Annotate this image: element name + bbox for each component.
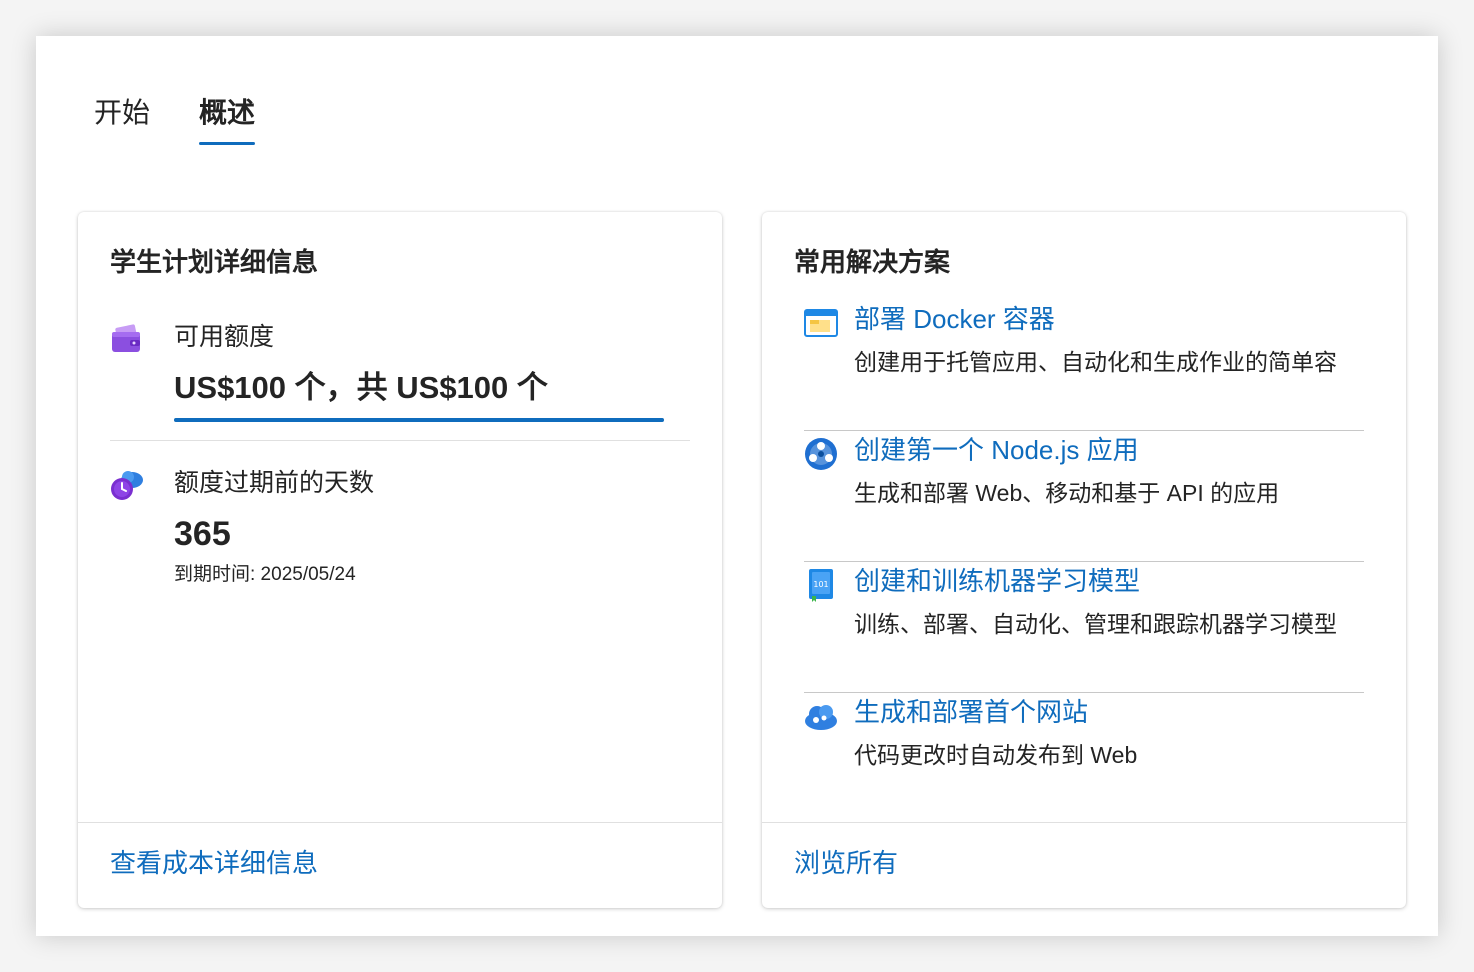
tab-get-started[interactable]: 开始 xyxy=(94,94,150,145)
solution-description: 训练、部署、自动化、管理和跟踪机器学习模型 xyxy=(854,611,1337,637)
solution-description: 生成和部署 Web、移动和基于 API 的应用 xyxy=(854,480,1280,506)
common-solutions-card: 常用解决方案 部署 Docker 容器 创建用于托管应用、自动化和生成作业的简单… xyxy=(762,212,1406,908)
window: 开始 概述 学生计划详细信息 可用额度 US$100 个，共 US$100 个 xyxy=(36,36,1438,936)
list-item: 创建第一个 Node.js 应用 生成和部署 Web、移动和基于 API 的应用 xyxy=(804,431,1364,562)
days-value: 365 xyxy=(174,515,231,553)
browse-all-link[interactable]: 浏览所有 xyxy=(794,845,898,881)
student-plan-card: 学生计划详细信息 可用额度 US$100 个，共 US$100 个 额度过期前的… xyxy=(78,212,722,908)
solutions-list: 部署 Docker 容器 创建用于托管应用、自动化和生成作业的简单容器 创建第一… xyxy=(804,300,1364,823)
credit-label: 可用额度 xyxy=(174,323,275,351)
machine-learning-icon: 101 xyxy=(804,568,838,602)
list-item: 101 创建和训练机器学习模型 训练、部署、自动化、管理和跟踪机器学习模型 xyxy=(804,562,1364,693)
solution-title-nodejs[interactable]: 创建第一个 Node.js 应用 xyxy=(854,431,1139,469)
solution-description: 创建用于托管应用、自动化和生成作业的简单容器 xyxy=(854,349,1337,382)
credit-progress-fill xyxy=(174,418,664,422)
solution-description: 代码更改时自动发布到 Web xyxy=(854,742,1138,768)
list-item: 生成和部署首个网站 代码更改时自动发布到 Web xyxy=(804,693,1364,823)
solution-title-website[interactable]: 生成和部署首个网站 xyxy=(854,693,1088,731)
tab-overview[interactable]: 概述 xyxy=(199,94,256,145)
credit-value: US$100 个，共 US$100 个 xyxy=(174,370,548,405)
clock-cloud-icon xyxy=(110,468,144,502)
docker-container-icon xyxy=(804,306,838,340)
card-footer: 浏览所有 xyxy=(762,822,1406,908)
view-cost-details-link[interactable]: 查看成本详细信息 xyxy=(110,845,318,881)
cloud-website-icon xyxy=(804,699,838,733)
svg-text:101: 101 xyxy=(813,580,828,589)
divider xyxy=(110,440,690,441)
list-item: 部署 Docker 容器 创建用于托管应用、自动化和生成作业的简单容器 xyxy=(804,300,1364,431)
wallet-icon xyxy=(110,324,142,356)
expiry-date: 到期时间: 2025/05/24 xyxy=(174,564,356,585)
nodejs-app-icon xyxy=(804,437,838,471)
student-plan-title: 学生计划详细信息 xyxy=(110,247,319,277)
solution-title-ml[interactable]: 创建和训练机器学习模型 xyxy=(854,562,1140,600)
common-solutions-title: 常用解决方案 xyxy=(794,247,951,277)
solution-title-docker[interactable]: 部署 Docker 容器 xyxy=(854,300,1055,338)
days-label: 额度过期前的天数 xyxy=(174,469,375,497)
credit-progress-bar xyxy=(174,418,664,422)
tab-bar: 开始 概述 xyxy=(94,94,256,145)
card-footer: 查看成本详细信息 xyxy=(78,822,722,908)
